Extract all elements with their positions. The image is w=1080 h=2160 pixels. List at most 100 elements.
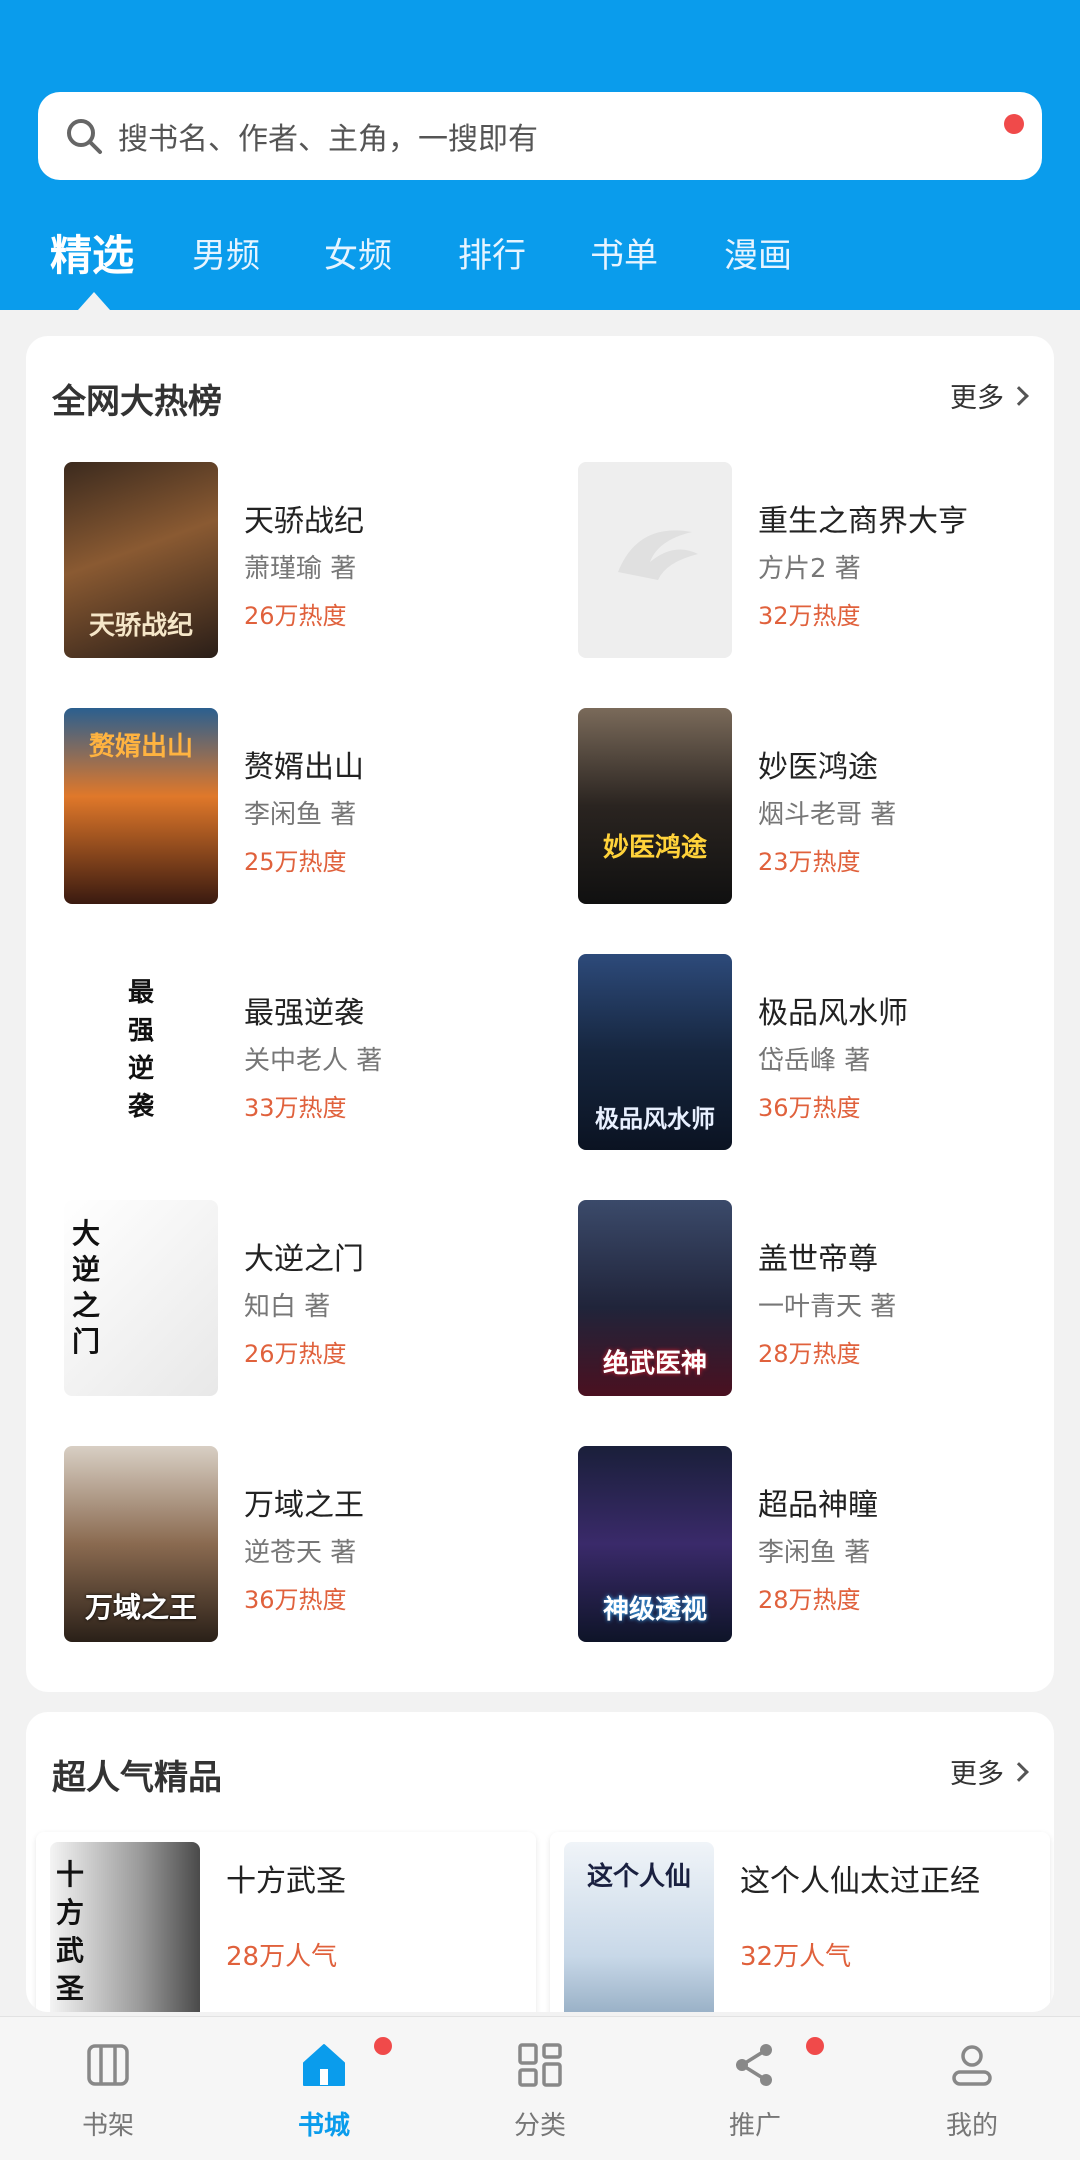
book-item[interactable]: 天骄战纪 天骄战纪 萧瑾瑜 著 26万热度 bbox=[64, 462, 564, 662]
book-item[interactable]: 万域之王 万域之王 逆苍天 著 36万热度 bbox=[64, 1446, 564, 1646]
book-cover: 万域之王 bbox=[64, 1446, 218, 1642]
share-icon bbox=[727, 2037, 783, 2093]
tabbar-label: 书城 bbox=[297, 2111, 350, 2141]
more-label: 更多 bbox=[950, 1759, 1004, 1790]
book-author: 关中老人 著 bbox=[244, 1046, 383, 1076]
cover-title: 万域之王 bbox=[84, 1591, 197, 1624]
more-link[interactable]: 更多 bbox=[950, 376, 1029, 415]
cover-title: 妙医鸿途 bbox=[602, 833, 707, 863]
book-title: 重生之商界大亨 bbox=[758, 504, 968, 539]
tabbar-bookstore[interactable]: 书城 bbox=[264, 2037, 384, 2157]
book-heat: 23万热度 bbox=[758, 848, 861, 876]
book-heat: 28万热度 bbox=[758, 1586, 861, 1614]
book-item[interactable]: 大逆之门 大逆之门 知白 著 26万热度 bbox=[64, 1200, 564, 1400]
book-popularity: 28万人气 bbox=[226, 1942, 338, 1972]
book-item[interactable]: 重生之商界大亨 方片2 著 32万热度 bbox=[578, 462, 1078, 662]
book-heat: 36万热度 bbox=[244, 1586, 347, 1614]
tab-comics[interactable]: 漫画 bbox=[724, 228, 792, 277]
user-icon bbox=[944, 2037, 1000, 2093]
book-cover: 天骄战纪 bbox=[64, 462, 218, 658]
book-cover: 这个人仙 bbox=[564, 1842, 714, 2012]
book-heat: 25万热度 bbox=[244, 848, 347, 876]
cover-title: 神级透视 bbox=[602, 1595, 707, 1625]
book-title: 极品风水师 bbox=[758, 996, 908, 1031]
book-item[interactable]: 绝武医神 盖世帝尊 一叶青天 著 28万热度 bbox=[578, 1200, 1078, 1400]
bookshelf-icon bbox=[80, 2037, 136, 2093]
search-bar[interactable]: 搜书名、作者、主角，一搜即有 bbox=[38, 92, 1042, 180]
tabbar-bookshelf[interactable]: 书架 bbox=[48, 2037, 168, 2157]
tab-ranking[interactable]: 排行 bbox=[458, 228, 526, 277]
category-icon bbox=[512, 2037, 568, 2093]
book-heat: 33万热度 bbox=[244, 1094, 347, 1122]
book-title: 盖世帝尊 bbox=[758, 1242, 878, 1277]
notification-dot bbox=[374, 2037, 392, 2055]
tab-booklist[interactable]: 书单 bbox=[590, 228, 658, 277]
book-heat: 32万热度 bbox=[758, 602, 861, 630]
book-title: 天骄战纪 bbox=[244, 504, 364, 539]
tabbar-label: 分类 bbox=[513, 2111, 566, 2141]
cover-title: 大逆之门 bbox=[72, 1217, 101, 1358]
home-icon bbox=[296, 2037, 352, 2093]
book-cover: 妙医鸿途 bbox=[578, 708, 732, 904]
book-cover: 赘婿出山 bbox=[64, 708, 218, 904]
popular-book-item[interactable]: 十方武圣 十方武圣 28万人气 bbox=[36, 1832, 536, 2012]
tab-male[interactable]: 男频 bbox=[192, 228, 260, 277]
book-title: 这个人仙太过正经 bbox=[740, 1864, 980, 1899]
tabbar-profile[interactable]: 我的 bbox=[912, 2037, 1032, 2157]
chevron-right-icon bbox=[1009, 385, 1029, 406]
more-link[interactable]: 更多 bbox=[950, 1752, 1029, 1791]
logo-watermark-icon bbox=[618, 530, 698, 580]
cover-title: 天骄战纪 bbox=[88, 611, 193, 641]
book-cover-placeholder bbox=[578, 462, 732, 658]
bottom-tab-bar: 书架 书城 分类 推广 我的 bbox=[0, 2016, 1080, 2160]
tabbar-label: 推广 bbox=[728, 2111, 781, 2141]
book-author: 烟斗老哥 著 bbox=[758, 800, 897, 830]
cover-title: 十方武圣 bbox=[56, 1858, 85, 2005]
book-item[interactable]: 最强逆袭 最强逆袭 关中老人 著 33万热度 bbox=[64, 954, 564, 1154]
book-author: 一叶青天 著 bbox=[758, 1292, 897, 1322]
book-title: 超品神瞳 bbox=[758, 1488, 878, 1523]
book-cover: 神级透视 bbox=[578, 1446, 732, 1642]
cover-title: 赘婿出山 bbox=[88, 732, 193, 762]
popular-book-item[interactable]: 这个人仙 这个人仙太过正经 32万人气 bbox=[550, 1832, 1050, 2012]
active-tab-indicator bbox=[78, 292, 110, 310]
hot-list-section: 全网大热榜 更多 天骄战纪 天骄战纪 萧瑾瑜 著 26万热度 重生之商界大亨 方… bbox=[26, 336, 1054, 1692]
book-cover: 大逆之门 bbox=[64, 1200, 218, 1396]
book-item[interactable]: 妙医鸿途 妙医鸿途 烟斗老哥 著 23万热度 bbox=[578, 708, 1078, 908]
book-heat: 28万热度 bbox=[758, 1340, 861, 1368]
tabbar-promote[interactable]: 推广 bbox=[695, 2037, 815, 2157]
more-label: 更多 bbox=[950, 383, 1004, 414]
book-author: 李闲鱼 著 bbox=[758, 1538, 871, 1568]
book-heat: 26万热度 bbox=[244, 602, 347, 630]
book-title: 赘婿出山 bbox=[244, 750, 364, 785]
cover-title: 这个人仙 bbox=[586, 1862, 691, 1892]
search-placeholder: 搜书名、作者、主角，一搜即有 bbox=[118, 122, 538, 157]
book-cover: 极品风水师 bbox=[578, 954, 732, 1150]
tabbar-category[interactable]: 分类 bbox=[480, 2037, 600, 2157]
book-item[interactable]: 赘婿出山 赘婿出山 李闲鱼 著 25万热度 bbox=[64, 708, 564, 908]
tab-featured[interactable]: 精选 bbox=[50, 222, 134, 283]
book-author: 逆苍天 著 bbox=[244, 1538, 357, 1568]
book-title: 万域之王 bbox=[244, 1488, 364, 1523]
tabbar-label: 书架 bbox=[81, 2111, 134, 2141]
popular-section: 超人气精品 更多 十方武圣 十方武圣 28万人气 这个人仙 这个人仙太过正经 3… bbox=[26, 1712, 1054, 2012]
book-popularity: 32万人气 bbox=[740, 1942, 852, 1972]
book-heat: 26万热度 bbox=[244, 1340, 347, 1368]
book-title: 最强逆袭 bbox=[244, 996, 364, 1031]
book-cover: 绝武医神 bbox=[578, 1200, 732, 1396]
book-title: 十方武圣 bbox=[226, 1864, 346, 1899]
book-cover: 最强逆袭 bbox=[64, 954, 218, 1150]
section-title: 超人气精品 bbox=[52, 1758, 222, 1798]
book-author: 知白 著 bbox=[244, 1292, 331, 1322]
book-heat: 36万热度 bbox=[758, 1094, 861, 1122]
book-item[interactable]: 神级透视 超品神瞳 李闲鱼 著 28万热度 bbox=[578, 1446, 1078, 1646]
book-author: 岱岳峰 著 bbox=[758, 1046, 871, 1076]
tab-female[interactable]: 女频 bbox=[324, 228, 392, 277]
tabbar-label: 我的 bbox=[945, 2111, 998, 2141]
section-title: 全网大热榜 bbox=[52, 382, 222, 422]
cover-title: 极品风水师 bbox=[595, 1104, 715, 1133]
category-tabs: 精选 男频 女频 排行 书单 漫画 bbox=[0, 222, 1080, 302]
book-item[interactable]: 极品风水师 极品风水师 岱岳峰 著 36万热度 bbox=[578, 954, 1078, 1154]
search-icon bbox=[62, 114, 106, 158]
book-author: 李闲鱼 著 bbox=[244, 800, 357, 830]
